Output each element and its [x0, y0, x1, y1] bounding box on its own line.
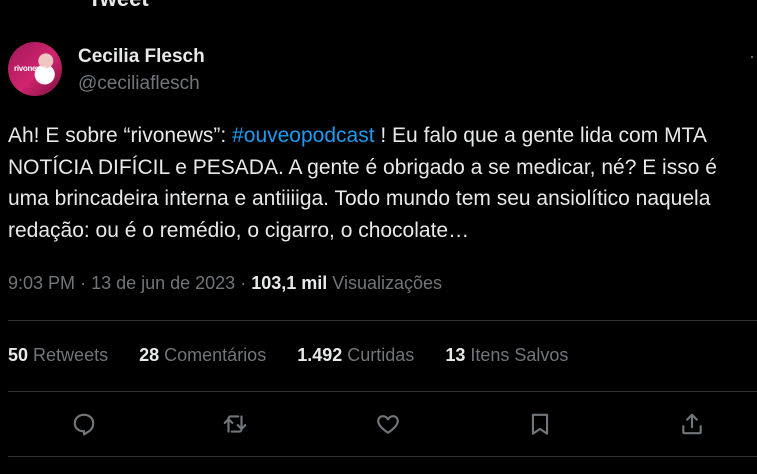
comments-stat[interactable]: 28 Comentários: [139, 345, 266, 366]
tweet-text: Ah! E sobre “rivonews”: #ouveopodcast ! …: [8, 120, 753, 246]
divider: [8, 320, 757, 321]
comments-label: Comentários: [164, 345, 267, 365]
divider: [8, 391, 757, 392]
partial-heading: Tweet: [88, 0, 149, 12]
author-handle[interactable]: @ceciliaflesch: [78, 73, 200, 95]
avatar[interactable]: rivonews: [8, 42, 62, 96]
tweet-text-before: Ah! E sobre “rivonews”:: [8, 124, 233, 147]
heart-icon: [377, 415, 399, 434]
hashtag-link[interactable]: #ouveopodcast: [232, 124, 374, 147]
like-button[interactable]: [368, 404, 408, 444]
tweet-date[interactable]: 13 de jun de 2023: [91, 273, 235, 293]
tweet-actions: [8, 404, 757, 444]
tweet-header: rivonews Cecilia Flesch @ceciliaflesch ·…: [8, 42, 757, 98]
retweets-label: Retweets: [33, 345, 109, 365]
share-button[interactable]: [672, 404, 712, 444]
meta-separator: ·: [240, 273, 252, 293]
share-icon: [682, 413, 702, 435]
retweet-button[interactable]: [215, 404, 255, 444]
retweets-stat[interactable]: 50 Retweets: [8, 345, 108, 366]
likes-label: Curtidas: [347, 345, 415, 365]
bookmark-icon: [531, 413, 549, 435]
tweet-time[interactable]: 9:03 PM: [8, 273, 75, 293]
retweet-icon: [223, 415, 247, 433]
avatar-logo-text: rivonews: [14, 64, 47, 73]
views-label: Visualizações: [332, 273, 443, 293]
engagement-stats: 50 Retweets 28 Comentários 1.492 Curtida…: [8, 345, 594, 366]
likes-count: 1.492: [297, 345, 343, 365]
retweets-count: 50: [8, 345, 29, 365]
saves-count: 13: [445, 345, 466, 365]
author-display-name[interactable]: Cecilia Flesch: [78, 46, 205, 68]
reply-icon: [73, 413, 95, 436]
tweet-meta: 9:03 PM · 13 de jun de 2023 · 103,1 mil …: [8, 273, 442, 294]
reply-button[interactable]: [64, 404, 104, 444]
more-icon[interactable]: ··: [749, 46, 757, 67]
saves-label: Itens Salvos: [470, 345, 569, 365]
bookmark-button[interactable]: [520, 404, 560, 444]
views-count: 103,1 mil: [251, 273, 328, 293]
divider: [8, 456, 757, 457]
comments-count: 28: [139, 345, 160, 365]
meta-separator: ·: [80, 273, 92, 293]
likes-stat[interactable]: 1.492 Curtidas: [297, 345, 414, 366]
saves-stat[interactable]: 13 Itens Salvos: [445, 345, 568, 366]
